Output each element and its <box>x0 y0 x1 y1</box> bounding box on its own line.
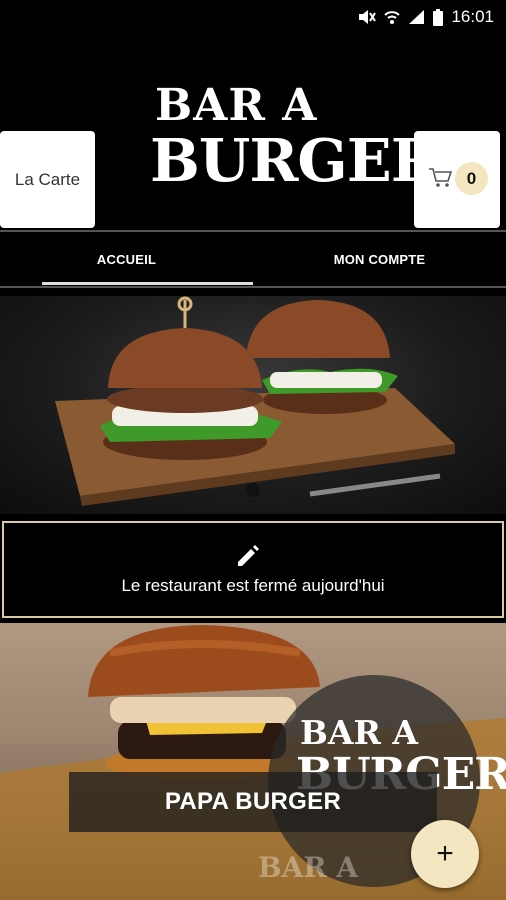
logo-line-1: BAR A <box>155 80 318 131</box>
signal-icon <box>409 10 425 24</box>
header: La Carte BAR A BURGER 0 <box>0 34 506 234</box>
cart-button[interactable]: 0 <box>414 131 500 228</box>
tab-mon-compte[interactable]: MON COMPTE <box>253 232 506 286</box>
tab-accueil[interactable]: ACCUEIL <box>0 232 253 286</box>
status-bar: 16:01 <box>0 0 506 34</box>
battery-icon <box>433 8 444 26</box>
status-icons: 16:01 <box>358 7 494 27</box>
plus-icon: + <box>436 837 454 870</box>
hero-image[interactable] <box>0 296 506 514</box>
pencil-icon <box>238 545 259 566</box>
cart-count-badge: 0 <box>455 162 488 195</box>
status-time: 16:01 <box>451 7 494 26</box>
cart-icon <box>429 168 452 187</box>
app-logo: BAR A BURGER <box>150 80 440 194</box>
add-to-cart-button[interactable]: + <box>411 820 479 888</box>
logo-line-2: BURGER <box>150 126 440 195</box>
watermark: BAR A <box>258 851 359 884</box>
badge-logo-line-1: BAR A <box>300 713 419 752</box>
burgers-illustration <box>55 296 455 506</box>
carousel-indicator <box>246 483 260 497</box>
product-card[interactable]: BAR A BURGER BAR A PAPA BURGER + <box>0 623 506 900</box>
active-tab-indicator <box>42 282 253 285</box>
tab-bar: ACCUEIL MON COMPTE <box>0 230 506 288</box>
mute-icon <box>359 10 377 24</box>
product-name[interactable]: PAPA BURGER <box>69 772 437 832</box>
notice-text: Le restaurant est fermé aujourd'hui <box>121 576 385 595</box>
closed-notice: Le restaurant est fermé aujourd'hui <box>2 521 504 618</box>
wifi-icon <box>384 11 401 24</box>
la-carte-button[interactable]: La Carte <box>0 131 95 228</box>
